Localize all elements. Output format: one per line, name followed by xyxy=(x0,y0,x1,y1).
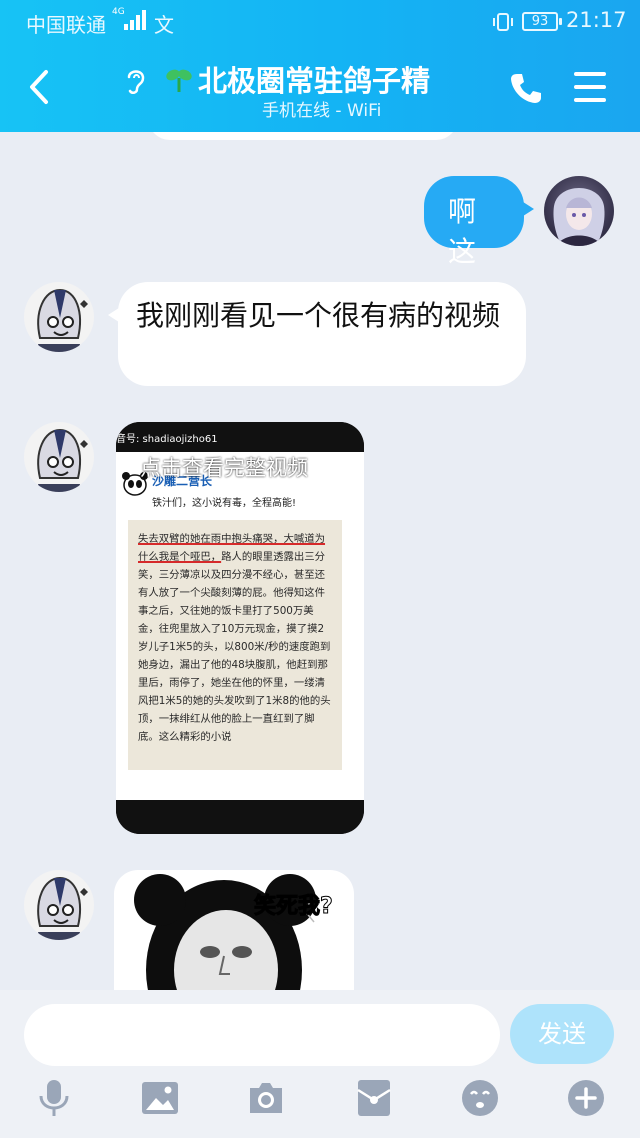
back-icon[interactable] xyxy=(22,62,62,112)
received-message-bubble[interactable]: 我刚刚看见一个很有病的视频 xyxy=(108,282,526,386)
video-message[interactable]: 音号: shadiaojizho61 点击查看完整视频 沙雕二营长 铁汁们，这小… xyxy=(116,422,364,834)
previous-message-bubble xyxy=(148,132,458,140)
emoji-icon[interactable] xyxy=(460,1078,500,1118)
send-button[interactable]: 发送 xyxy=(510,1004,614,1064)
ear-mode-icon[interactable] xyxy=(124,66,148,96)
contact-avatar[interactable] xyxy=(24,282,94,352)
status-bar: 中国联通 4G 文 93 21:17 xyxy=(0,0,640,44)
body-text: 路人的眼里透露出三分笑，三分薄凉以及四分漫不经心，甚至还有人放了一个尖酸刻薄的屁… xyxy=(138,551,331,743)
contact-avatar[interactable] xyxy=(24,422,94,492)
sprout-icon xyxy=(166,69,192,92)
microphone-icon[interactable] xyxy=(34,1078,74,1118)
video-play-hint[interactable]: 点击查看完整视频 xyxy=(140,452,308,482)
carrier-label: 中国联通 xyxy=(26,13,106,37)
vibrate-icon xyxy=(493,13,513,31)
my-message-bubble[interactable]: 啊这 xyxy=(424,176,534,268)
message-text: 我刚刚看见一个很有病的视频 xyxy=(136,299,501,332)
message-input[interactable] xyxy=(24,1004,500,1066)
online-status: 手机在线 - WiFi xyxy=(262,101,382,121)
menu-icon[interactable] xyxy=(574,72,606,102)
message-list[interactable]: 啊这 我刚刚看见一个很有病的视频 音号: shadiaojizho61 点击查看… xyxy=(0,132,640,990)
camera-icon[interactable] xyxy=(246,1078,286,1118)
phone-call-icon[interactable] xyxy=(508,70,544,106)
input-bar: 发送 xyxy=(0,990,640,1138)
image-icon[interactable] xyxy=(140,1078,180,1118)
video-text-card: 失去双臂的她在雨中抱头痛哭，大喊道为什么我是个哑巴，路人的眼里透露出三分笑，三分… xyxy=(128,520,342,770)
contact-avatar[interactable] xyxy=(24,870,94,940)
signal-icon: 4G xyxy=(112,8,148,34)
translate-indicator-icon: 文 xyxy=(154,13,174,37)
battery-icon: 93 xyxy=(522,12,562,31)
sticker-message[interactable]: 笑死我? xyxy=(114,870,354,990)
my-avatar[interactable] xyxy=(544,176,614,246)
clock: 21:17 xyxy=(566,8,627,32)
chat-header: 中国联通 4G 文 93 21:17 北极圈常驻鸽子精 手机在线 - WiFi xyxy=(0,0,640,132)
video-account-id: 音号: shadiaojizho61 xyxy=(116,434,218,445)
message-text: 啊这 xyxy=(448,195,477,268)
video-intro: 铁汁们，这小说有毒，全程高能! xyxy=(152,498,297,509)
contact-name[interactable]: 北极圈常驻鸽子精 xyxy=(198,58,430,100)
sticker-caption: 笑死我? xyxy=(254,894,334,920)
plus-icon[interactable] xyxy=(566,1078,606,1118)
red-packet-icon[interactable] xyxy=(354,1078,394,1118)
